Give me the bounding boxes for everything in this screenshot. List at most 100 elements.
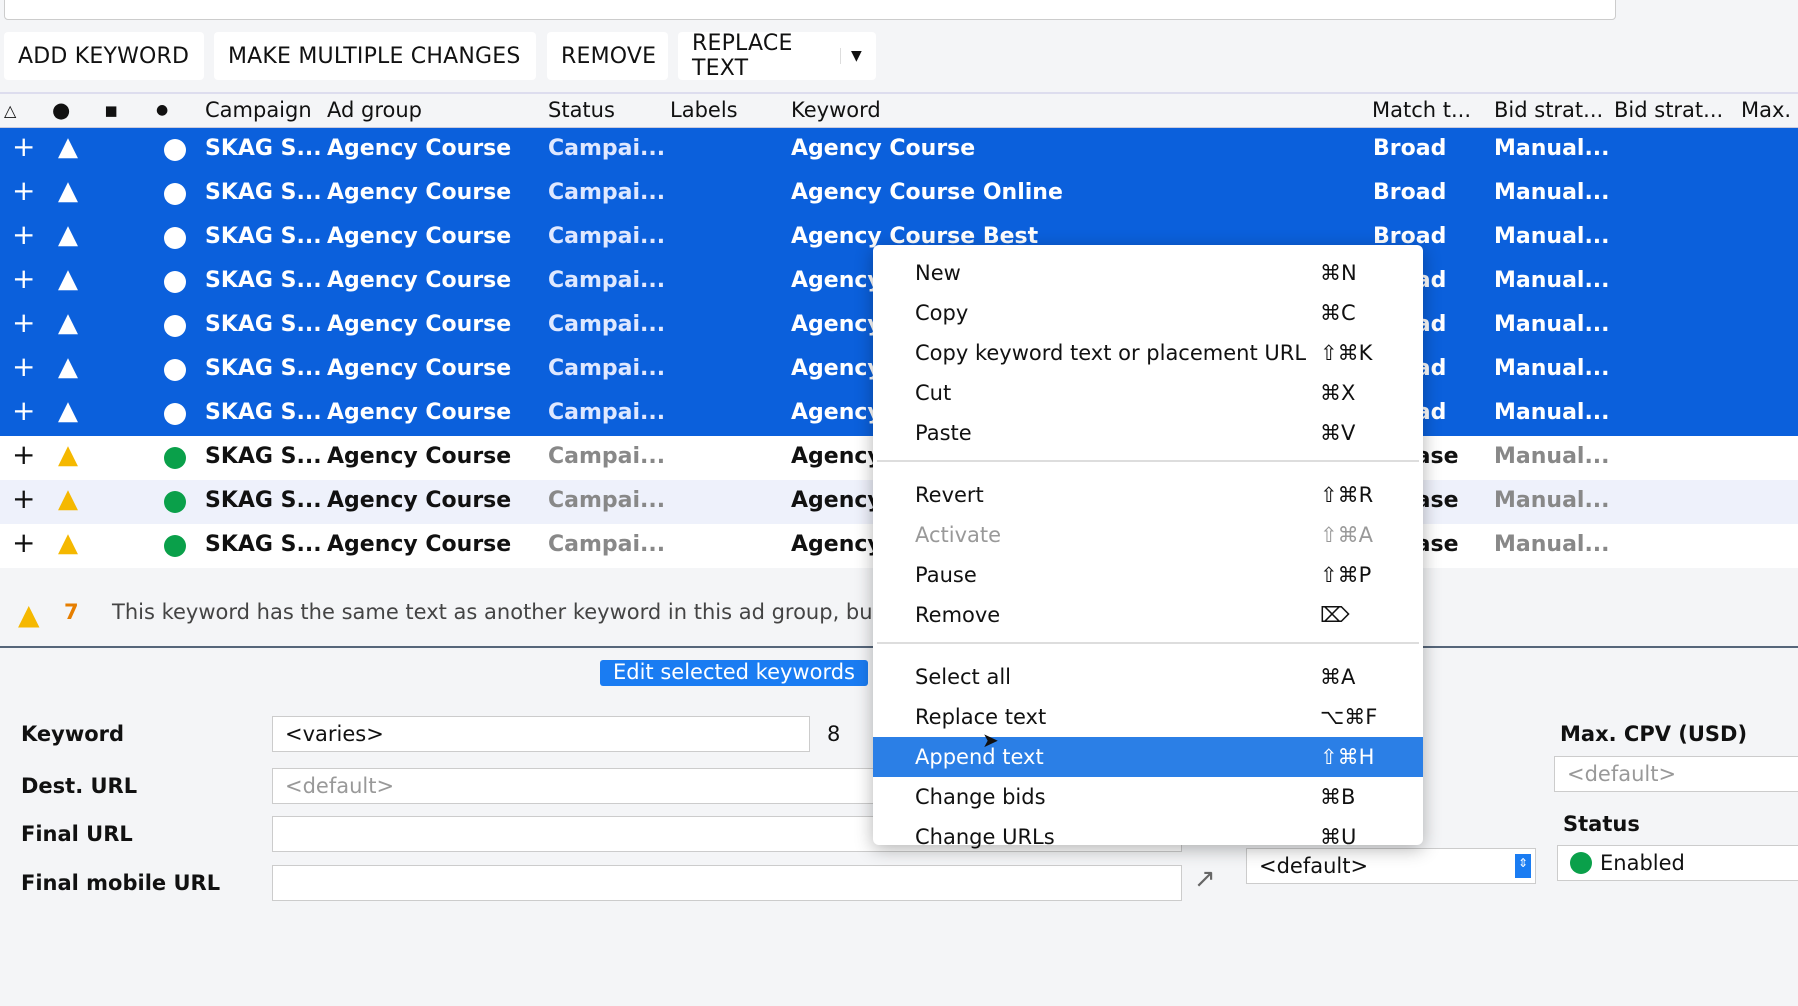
menu-item-change-bids[interactable]: Change bids ⌘B xyxy=(873,777,1423,817)
warning-icon: ▲ xyxy=(58,220,78,250)
menu-item-remove[interactable]: Remove ⌦ xyxy=(873,595,1423,635)
menu-separator xyxy=(877,460,1419,462)
menu-item-shortcut: ⌘A xyxy=(1320,665,1356,689)
error-column-icon[interactable]: ● xyxy=(52,98,70,122)
cell-keyword: Agency xyxy=(791,532,882,557)
add-icon[interactable]: + xyxy=(12,262,35,295)
keyword-input[interactable]: <varies> xyxy=(272,716,810,752)
cell-status: Campai... xyxy=(548,356,666,381)
add-keyword-button[interactable]: ADD KEYWORD xyxy=(4,32,204,80)
replace-text-button[interactable]: REPLACE TEXT ▼ xyxy=(678,31,876,81)
cell-keyword: Agency xyxy=(791,488,882,513)
col-ad-group[interactable]: Ad group xyxy=(327,98,422,122)
replace-text-label: REPLACE TEXT xyxy=(692,31,793,81)
cell-status: Campai... xyxy=(548,268,666,293)
cell-campaign: SKAG S... xyxy=(205,488,322,513)
cell-keyword: Agency xyxy=(791,444,882,469)
status-dot-icon xyxy=(164,139,186,161)
add-icon[interactable]: + xyxy=(12,350,35,383)
warning-icon: ▲ xyxy=(58,308,78,338)
menu-separator xyxy=(877,642,1419,644)
final-mobile-url-input[interactable] xyxy=(272,865,1182,901)
final-mobile-url-label: Final mobile URL xyxy=(21,871,221,895)
menu-item-paste[interactable]: Paste ⌘V xyxy=(873,413,1423,453)
col-max[interactable]: Max. xyxy=(1741,98,1791,122)
add-icon[interactable]: + xyxy=(12,130,35,163)
menu-item-label: Replace text xyxy=(915,705,1047,729)
menu-item-new[interactable]: New ⌘N xyxy=(873,253,1423,293)
cell-status: Campai... xyxy=(548,224,666,249)
add-icon[interactable]: + xyxy=(12,438,35,471)
make-multiple-changes-button[interactable]: MAKE MULTIPLE CHANGES xyxy=(214,32,536,80)
menu-item-shortcut: ⇧⌘R xyxy=(1320,483,1374,507)
chevron-down-icon[interactable]: ▼ xyxy=(840,48,862,64)
status-label: Status xyxy=(1563,812,1640,836)
menu-item-label: Append text xyxy=(915,745,1044,769)
status-column-icon[interactable]: ● xyxy=(156,102,168,118)
table-row[interactable]: + ▲ SKAG S... Agency Course Campai... Agency … xyxy=(0,128,1798,172)
menu-item-append-text[interactable]: Append text ⇧⌘H xyxy=(873,737,1423,777)
warning-icon: ▲ xyxy=(58,176,78,206)
menu-item-copy-keyword-text-or-placement-url[interactable]: Copy keyword text or placement URL ⇧⌘K xyxy=(873,333,1423,373)
cell-bid-strategy: Manual... xyxy=(1494,532,1610,557)
cell-ad-group: Agency Course xyxy=(327,532,512,557)
menu-item-change-urls[interactable]: Change URLs ⌘U xyxy=(873,817,1423,857)
menu-item-pause[interactable]: Pause ⇧⌘P xyxy=(873,555,1423,595)
col-bid-strategy-2[interactable]: Bid strat... xyxy=(1614,98,1723,122)
menu-item-select-all[interactable]: Select all ⌘A xyxy=(873,657,1423,697)
keyword-label: Keyword xyxy=(21,722,125,746)
menu-item-replace-text[interactable]: Replace text ⌥⌘F xyxy=(873,697,1423,737)
col-status[interactable]: Status xyxy=(548,98,615,122)
add-icon[interactable]: + xyxy=(12,394,35,427)
cell-keyword: Agency Course Online xyxy=(791,180,1063,205)
cell-keyword: Agency Course xyxy=(791,136,976,161)
menu-item-label: Pause xyxy=(915,563,977,587)
add-icon[interactable]: + xyxy=(12,218,35,251)
remove-button[interactable]: REMOVE xyxy=(547,32,668,80)
open-external-icon[interactable]: ↗ xyxy=(1194,864,1216,894)
col-labels[interactable]: Labels xyxy=(670,98,738,122)
cell-bid-strategy: Manual... xyxy=(1494,268,1610,293)
menu-item-shortcut: ⇧⌘K xyxy=(1320,341,1373,365)
status-dot-icon xyxy=(164,359,186,381)
cell-keyword: Agency xyxy=(791,268,882,293)
menu-item-cut[interactable]: Cut ⌘X xyxy=(873,373,1423,413)
add-icon[interactable]: + xyxy=(12,306,35,339)
menu-item-shortcut: ⌘V xyxy=(1320,421,1356,445)
menu-item-label: Copy xyxy=(915,301,969,325)
table-row[interactable]: + ▲ SKAG S... Agency Course Campai... Agency … xyxy=(0,172,1798,216)
status-select[interactable]: Enabled xyxy=(1557,845,1798,881)
cell-bid-strategy: Manual... xyxy=(1494,356,1610,381)
menu-item-shortcut: ⌘X xyxy=(1320,381,1356,405)
tab-edit-selected-keywords[interactable]: Edit selected keywords xyxy=(600,660,868,686)
table-header: △ ● ▪ ● Campaign Ad group Status Labels … xyxy=(0,92,1798,128)
col-campaign[interactable]: Campaign xyxy=(205,98,312,122)
warning-column-icon[interactable]: △ xyxy=(4,101,16,120)
comment-column-icon[interactable]: ▪ xyxy=(104,98,118,122)
col-match-type[interactable]: Match t... xyxy=(1372,98,1471,122)
warning-text[interactable]: This keyword has the same text as anothe… xyxy=(112,600,873,624)
status-dot-icon xyxy=(164,271,186,293)
cell-ad-group: Agency Course xyxy=(327,312,512,337)
add-icon[interactable]: + xyxy=(12,526,35,559)
add-icon[interactable]: + xyxy=(12,482,35,515)
cell-ad-group: Agency Course xyxy=(327,488,512,513)
cell-status: Campai... xyxy=(548,136,666,161)
warning-icon: ▲ xyxy=(18,598,40,631)
cell-status: Campai... xyxy=(548,532,666,557)
menu-item-copy[interactable]: Copy ⌘C xyxy=(873,293,1423,333)
cell-keyword: Agency xyxy=(791,400,882,425)
add-icon[interactable]: + xyxy=(12,174,35,207)
col-keyword[interactable]: Keyword xyxy=(791,98,881,122)
col-bid-strategy[interactable]: Bid strat... xyxy=(1494,98,1603,122)
status-dot-icon xyxy=(164,227,186,249)
max-cpv-input[interactable]: <default> xyxy=(1554,756,1798,792)
menu-item-label: Activate xyxy=(915,523,1002,547)
cell-ad-group: Agency Course xyxy=(327,268,512,293)
menu-item-label: Select all xyxy=(915,665,1011,689)
cell-keyword: Agency xyxy=(791,356,882,381)
menu-item-activate[interactable]: Activate ⇧⌘A xyxy=(873,515,1423,555)
status-dot-icon xyxy=(164,535,186,557)
menu-item-revert[interactable]: Revert ⇧⌘R xyxy=(873,475,1423,515)
search-input[interactable] xyxy=(4,0,1616,20)
